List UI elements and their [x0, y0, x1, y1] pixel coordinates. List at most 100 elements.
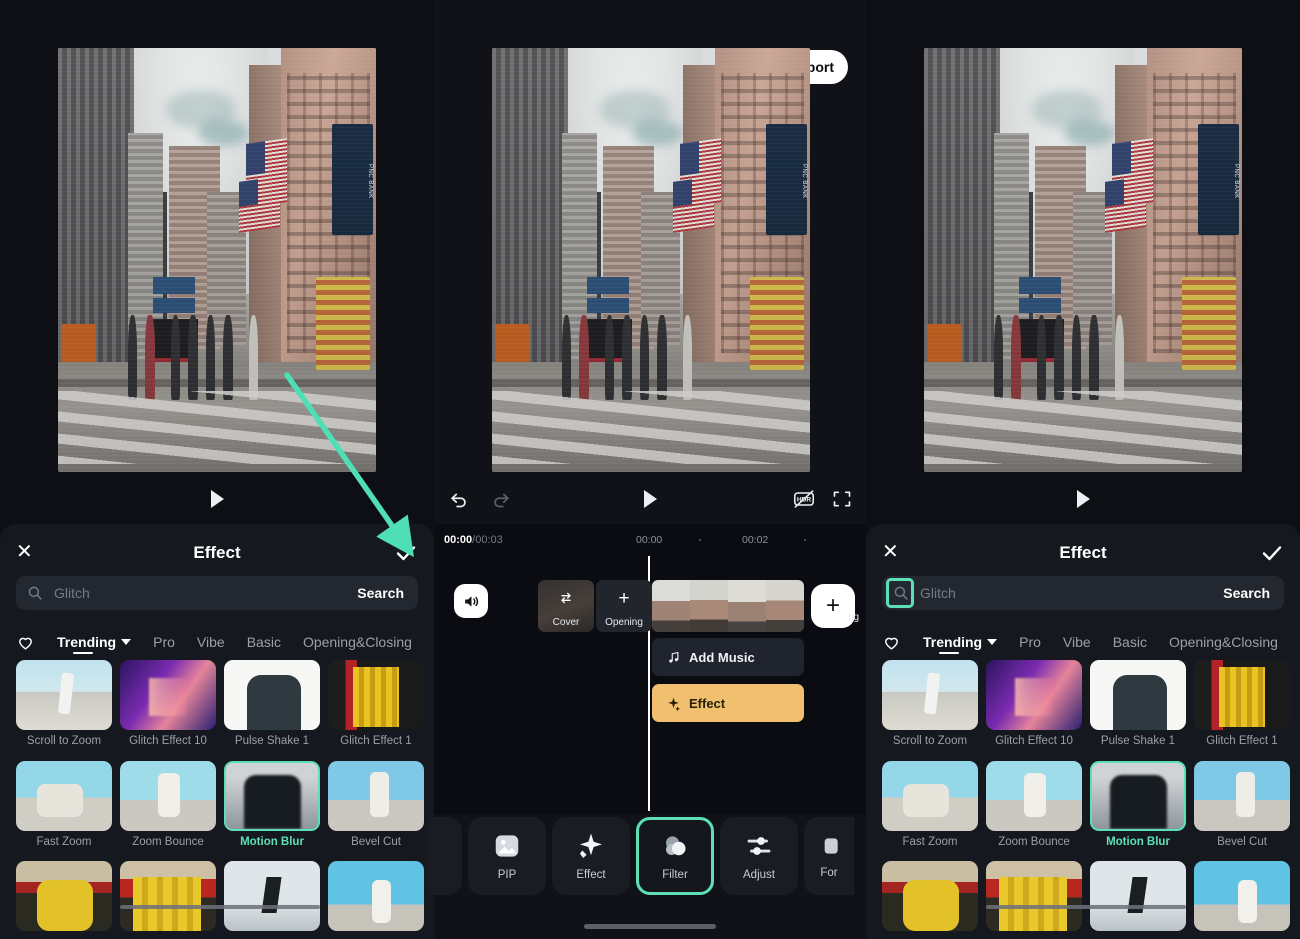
tab-label: Trending	[57, 634, 117, 650]
effect-item: Pulse Shake 1	[224, 660, 320, 761]
heart-icon[interactable]	[16, 633, 35, 652]
effect-label: Zoom Bounce	[132, 835, 204, 848]
video-preview-center[interactable]: PNC BANK	[492, 48, 810, 472]
effect-track[interactable]: Effect	[652, 684, 804, 722]
effect-item	[882, 861, 978, 939]
effect-thumbnail[interactable]	[1194, 660, 1290, 730]
heart-icon[interactable]	[882, 633, 901, 652]
effect-tool-button[interactable]: Effect	[552, 817, 630, 895]
effect-thumbnail[interactable]	[882, 861, 978, 932]
adjust-tool-button[interactable]: Adjust	[720, 817, 798, 895]
opening-clip-button[interactable]: + Opening	[596, 580, 652, 632]
effect-thumbnail[interactable]	[986, 861, 1082, 932]
chevron-down-icon[interactable]	[121, 639, 132, 645]
video-preview-right[interactable]: PNC BANK	[924, 48, 1242, 472]
effect-label: Fast Zoom	[902, 835, 958, 848]
timecode: 00:00/00:03	[444, 534, 503, 546]
tab-opening-closing[interactable]: Opening&Closing	[303, 634, 412, 650]
fullscreen-button[interactable]	[825, 482, 859, 516]
pip-tool-button[interactable]: PIP	[468, 817, 546, 895]
effect-thumbnail[interactable]	[120, 660, 216, 730]
effect-panel-header: ✕ Effect	[866, 524, 1300, 582]
play-button-right[interactable]	[1066, 488, 1100, 510]
video-preview-left[interactable]: PNC BANK	[58, 48, 376, 472]
home-indicator	[584, 924, 716, 929]
volume-button[interactable]	[454, 584, 488, 618]
tab-basic[interactable]: Basic	[247, 634, 281, 650]
total-time: /00:03	[472, 534, 503, 546]
effect-thumbnail[interactable]	[1090, 861, 1186, 932]
effect-thumbnail[interactable]	[1090, 660, 1186, 730]
tab-vibe[interactable]: Vibe	[1063, 634, 1091, 650]
ending-label: ng	[848, 612, 860, 623]
timeline[interactable]: 00:00/00:03 00:00 00:02 Cover + Opening …	[434, 524, 866, 814]
format-tool-button[interactable]: For	[804, 817, 854, 895]
effect-item: Pulse Shake 1	[1090, 660, 1186, 761]
video-clip-track[interactable]	[652, 580, 804, 632]
toolbar-item-partial[interactable]	[428, 817, 462, 895]
effect-item: Scroll to Zoom	[16, 660, 112, 761]
tab-vibe[interactable]: Vibe	[197, 634, 225, 650]
confirm-check-button[interactable]	[394, 541, 418, 570]
filter-tool-button[interactable]: Filter	[636, 817, 714, 895]
confirm-check-button[interactable]	[1260, 541, 1284, 570]
search-bar-left[interactable]: Glitch Search	[16, 576, 418, 610]
right-phone-panel: PNC BANK ✕ Effect	[866, 0, 1300, 939]
effect-thumbnail[interactable]	[1194, 760, 1290, 831]
adjust-label: Adjust	[743, 869, 775, 881]
hdr-toggle-button[interactable]: HDR	[787, 482, 821, 516]
search-icon[interactable]	[16, 585, 54, 601]
add-music-track[interactable]: Add Music	[652, 638, 804, 676]
effect-thumbnail[interactable]	[16, 861, 112, 932]
effect-thumbnail[interactable]	[1194, 861, 1290, 932]
effect-label: Scroll to Zoom	[892, 735, 968, 747]
tab-pro[interactable]: Pro	[1019, 634, 1041, 650]
cover-label: Cover	[552, 617, 580, 628]
cover-clip-button[interactable]: Cover	[538, 580, 594, 632]
effect-thumbnail[interactable]	[328, 861, 424, 932]
effect-thumbnail[interactable]	[120, 861, 216, 932]
effect-item-motion-blur: Motion Blur	[224, 760, 320, 862]
search-button[interactable]: Search	[1223, 585, 1284, 601]
effect-grid-scrollbar[interactable]	[986, 905, 1186, 909]
format-label: For	[820, 867, 838, 879]
effect-thumbnail[interactable]	[882, 660, 978, 730]
effect-grid-left: Scroll to Zoom Glitch Effect 10 Pulse Sh…	[16, 660, 434, 939]
add-music-label: Add Music	[689, 649, 755, 665]
effect-thumbnail[interactable]	[224, 660, 320, 730]
effect-thumbnail[interactable]	[224, 760, 320, 831]
effect-thumbnail[interactable]	[986, 760, 1082, 831]
effect-thumbnail[interactable]	[1090, 760, 1186, 831]
tab-pro[interactable]: Pro	[153, 634, 175, 650]
effect-thumbnail[interactable]	[224, 861, 320, 932]
play-button-center[interactable]	[633, 482, 667, 516]
filter-circles-icon	[666, 836, 686, 856]
effect-thumbnail[interactable]	[120, 760, 216, 831]
tab-trending[interactable]: Trending	[923, 634, 998, 654]
effect-thumbnail[interactable]	[882, 760, 978, 831]
undo-button[interactable]	[442, 482, 476, 516]
effect-thumbnail[interactable]	[328, 760, 424, 831]
search-bar-right[interactable]: Glitch Search	[882, 576, 1284, 610]
effect-thumbnail[interactable]	[986, 660, 1082, 730]
chevron-down-icon[interactable]	[987, 639, 998, 645]
opening-label: Opening	[605, 617, 643, 628]
effect-label: Glitch Effect 10	[129, 735, 207, 747]
effect-grid-scrollbar[interactable]	[120, 905, 320, 909]
search-input-placeholder[interactable]: Glitch	[54, 585, 357, 601]
tab-basic[interactable]: Basic	[1113, 634, 1147, 650]
redo-button[interactable]	[484, 482, 518, 516]
tab-opening-closing[interactable]: Opening&Closing	[1169, 634, 1278, 650]
effect-label: Glitch Effect 10	[995, 735, 1073, 747]
fullscreen-icon	[833, 491, 851, 507]
undo-icon	[451, 493, 466, 508]
plus-icon: +	[618, 588, 630, 609]
tab-trending[interactable]: Trending	[57, 634, 132, 654]
effect-item: Zoom Bounce	[120, 760, 216, 862]
search-input-placeholder[interactable]: Glitch	[920, 585, 1223, 601]
effect-thumbnail[interactable]	[328, 660, 424, 730]
effect-thumbnail[interactable]	[16, 760, 112, 831]
effect-thumbnail[interactable]	[16, 660, 112, 730]
search-button[interactable]: Search	[357, 585, 418, 601]
play-button-left[interactable]	[200, 488, 234, 510]
